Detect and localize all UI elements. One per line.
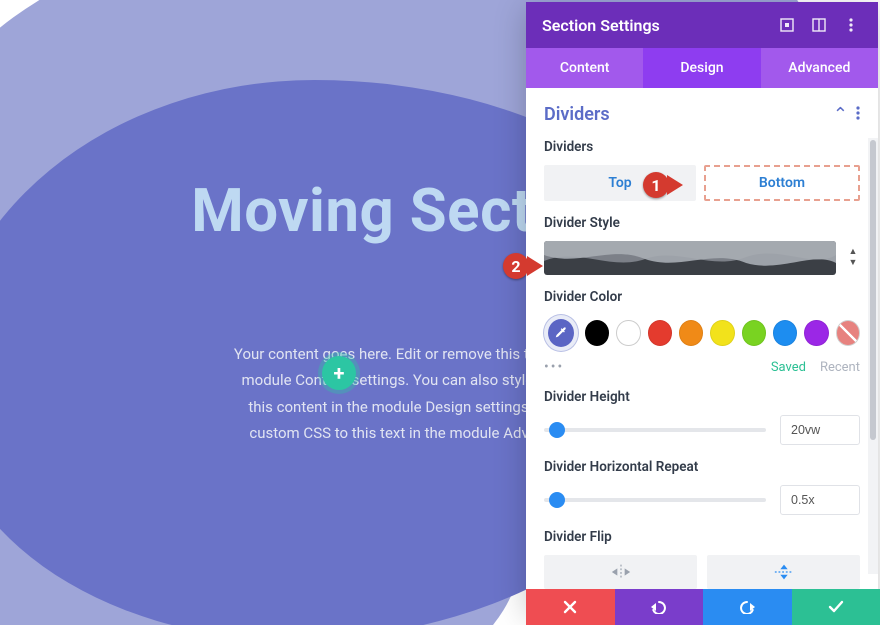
- swatch-red[interactable]: [648, 320, 672, 346]
- recent-colors-link[interactable]: Recent: [820, 360, 860, 375]
- repeat-input[interactable]: [780, 485, 860, 515]
- undo-icon: [650, 600, 668, 614]
- slider-track: [544, 428, 766, 432]
- section-heading: Dividers: [544, 104, 610, 125]
- panel-title: Section Settings: [542, 16, 766, 35]
- callout-1-number: 1: [643, 172, 669, 198]
- eyedropper-icon: [554, 326, 568, 340]
- swatch-white[interactable]: [616, 320, 640, 346]
- color-meta-row: ••• Saved Recent: [544, 359, 860, 375]
- flip-row: [544, 555, 860, 589]
- section-more-icon[interactable]: [856, 104, 860, 125]
- tab-advanced[interactable]: Advanced: [761, 48, 878, 88]
- divider-bottom-button[interactable]: Bottom: [704, 165, 860, 201]
- callout-2-number: 2: [503, 253, 529, 279]
- divider-height-label: Divider Height: [544, 389, 860, 405]
- redo-button[interactable]: [703, 589, 792, 625]
- panel-header: Section Settings: [526, 2, 878, 48]
- tab-design[interactable]: Design: [643, 48, 760, 88]
- close-icon: [563, 600, 577, 614]
- more-menu-icon[interactable]: [840, 14, 862, 36]
- check-icon: [828, 600, 844, 614]
- cancel-button[interactable]: [526, 589, 615, 625]
- section-heading-row: Dividers ⌃: [526, 88, 878, 131]
- expand-icon[interactable]: [776, 14, 798, 36]
- swatch-transparent[interactable]: [836, 320, 860, 346]
- divider-style-stepper[interactable]: ▲ ▼: [846, 248, 860, 268]
- settings-panel: Section Settings Content Design Advanced…: [526, 2, 878, 610]
- callout-2-arrow-icon: [527, 256, 543, 276]
- swatch-black[interactable]: [585, 320, 609, 346]
- divider-color-label: Divider Color: [544, 289, 860, 305]
- panel-scrollbar[interactable]: [868, 138, 878, 574]
- add-module-button[interactable]: +: [322, 356, 356, 390]
- collapse-icon[interactable]: ⌃: [833, 104, 848, 125]
- divider-style-preview[interactable]: [544, 241, 836, 275]
- panel-tabs: Content Design Advanced: [526, 48, 878, 88]
- divider-repeat-label: Divider Horizontal Repeat: [544, 459, 860, 475]
- dividers-label: Dividers: [544, 139, 860, 155]
- undo-button[interactable]: [615, 589, 704, 625]
- color-swatches: [544, 315, 860, 351]
- divider-flip-label: Divider Flip: [544, 529, 860, 545]
- height-slider[interactable]: [544, 419, 766, 441]
- height-input[interactable]: [780, 415, 860, 445]
- flip-vertical-button[interactable]: [707, 555, 860, 589]
- flip-horizontal-button[interactable]: [544, 555, 697, 589]
- swatch-yellow[interactable]: [710, 320, 734, 346]
- swatch-active[interactable]: [544, 315, 578, 351]
- swatch-blue[interactable]: [773, 320, 797, 346]
- repeat-slider[interactable]: [544, 489, 766, 511]
- swatch-purple[interactable]: [804, 320, 828, 346]
- height-row: [544, 415, 860, 445]
- swatch-green[interactable]: [742, 320, 766, 346]
- callout-1: 1: [643, 172, 683, 198]
- layout-icon[interactable]: [808, 14, 830, 36]
- panel-footer: [526, 589, 880, 625]
- flip-vertical-icon: [773, 563, 795, 581]
- save-button[interactable]: [792, 589, 880, 625]
- repeat-row: [544, 485, 860, 515]
- chevron-up-icon: ▲: [849, 248, 858, 257]
- slider-track: [544, 498, 766, 502]
- divider-style-row: ▲ ▼: [544, 241, 860, 275]
- slider-thumb[interactable]: [549, 492, 565, 508]
- swatch-orange[interactable]: [679, 320, 703, 346]
- more-colors-icon[interactable]: •••: [544, 359, 564, 375]
- callout-1-arrow-icon: [667, 175, 683, 195]
- divider-style-label: Divider Style: [544, 215, 860, 231]
- redo-icon: [738, 600, 756, 614]
- divider-position-toggle: Top Bottom: [544, 165, 860, 201]
- panel-body: Dividers Top Bottom Divider Style ▲ ▼ Di…: [526, 131, 878, 610]
- callout-2: 2: [503, 253, 543, 279]
- chevron-down-icon: ▼: [849, 259, 858, 268]
- flip-horizontal-icon: [610, 563, 632, 581]
- tab-content[interactable]: Content: [526, 48, 643, 88]
- slider-thumb[interactable]: [549, 422, 565, 438]
- saved-colors-link[interactable]: Saved: [771, 360, 806, 375]
